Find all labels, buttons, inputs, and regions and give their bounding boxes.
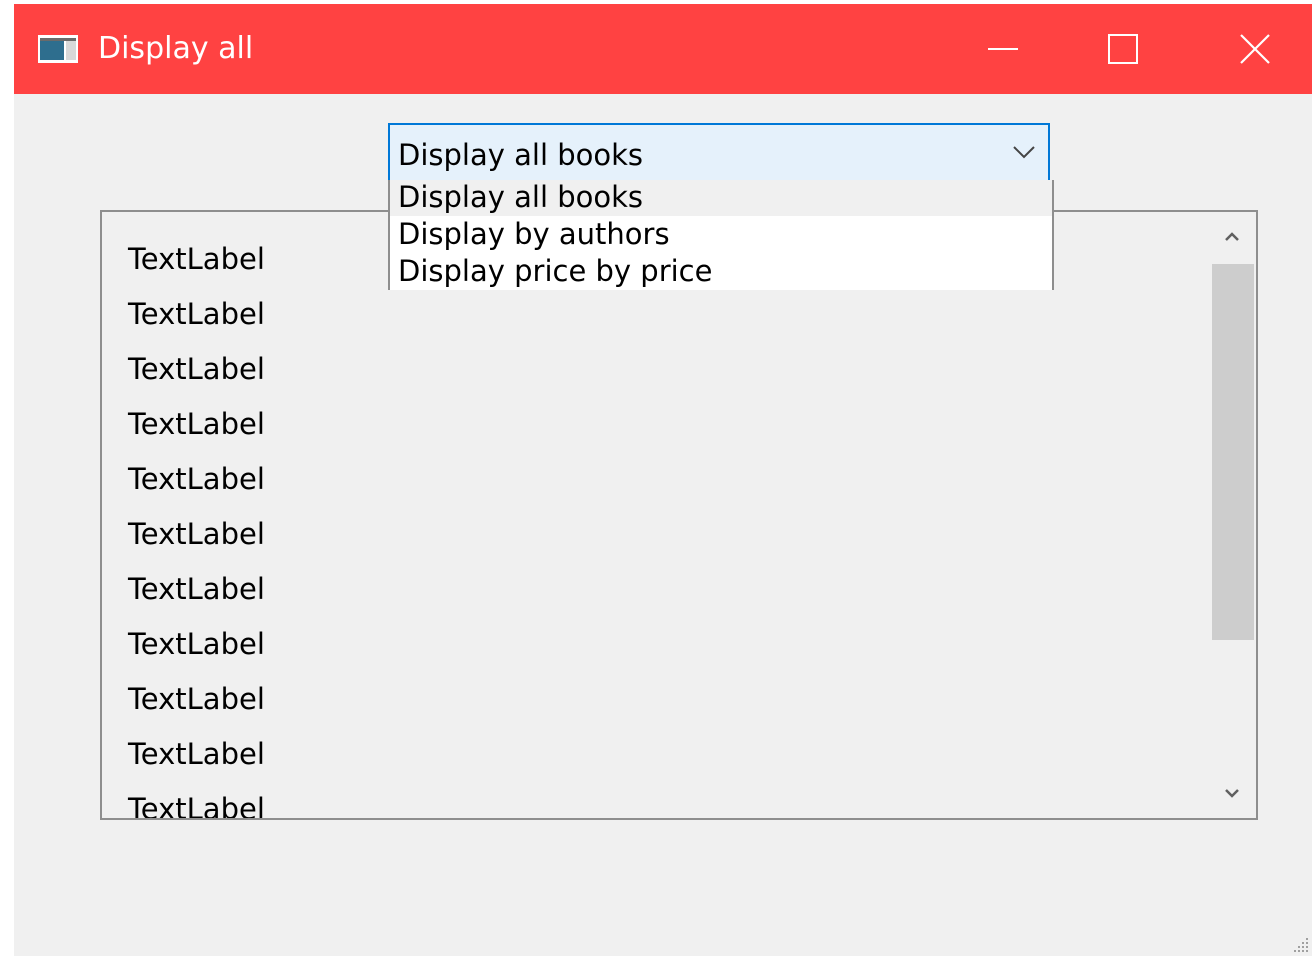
text-label: TextLabel (128, 572, 265, 606)
close-button[interactable] (1200, 4, 1310, 94)
combo-option-by-authors[interactable]: Display by authors (390, 216, 1052, 253)
minimize-icon (988, 48, 1018, 50)
title-bar[interactable]: Display all (14, 4, 1312, 94)
text-label-scroll-area[interactable]: TextLabel TextLabel TextLabel TextLabel … (100, 210, 1258, 820)
combo-current-value: Display all books (398, 138, 644, 172)
close-icon (1240, 34, 1270, 64)
text-label: TextLabel (128, 682, 265, 716)
resize-grip-icon[interactable] (1292, 936, 1310, 954)
vertical-scrollbar[interactable] (1208, 212, 1256, 818)
scroll-down-button[interactable] (1208, 768, 1256, 818)
text-label: TextLabel (128, 297, 265, 331)
text-label: TextLabel (128, 627, 265, 661)
scroll-up-button[interactable] (1208, 212, 1256, 262)
text-label: TextLabel (128, 792, 265, 820)
maximize-icon (1108, 34, 1138, 64)
text-label-list: TextLabel TextLabel TextLabel TextLabel … (128, 232, 265, 820)
combo-dropdown-list: Display all books Display by authors Dis… (388, 180, 1054, 290)
chevron-down-icon (1013, 146, 1035, 159)
chevron-up-icon (1225, 232, 1239, 241)
window-title: Display all (98, 31, 254, 66)
maximize-button[interactable] (1068, 4, 1178, 94)
chevron-down-icon (1225, 789, 1239, 798)
text-label: TextLabel (128, 242, 265, 276)
minimize-button[interactable] (948, 4, 1058, 94)
text-label: TextLabel (128, 407, 265, 441)
text-label: TextLabel (128, 462, 265, 496)
text-label: TextLabel (128, 517, 265, 551)
text-label: TextLabel (128, 352, 265, 386)
combo-option-all-books[interactable]: Display all books (390, 180, 1052, 216)
combo-option-by-price[interactable]: Display price by price (390, 253, 1052, 290)
text-label: TextLabel (128, 737, 265, 771)
scrollbar-thumb[interactable] (1212, 264, 1254, 640)
app-icon (38, 35, 78, 63)
display-mode-combo[interactable]: Display all books (388, 123, 1050, 183)
app-window: Display all TextLabel TextLabel TextLabe… (14, 4, 1312, 956)
